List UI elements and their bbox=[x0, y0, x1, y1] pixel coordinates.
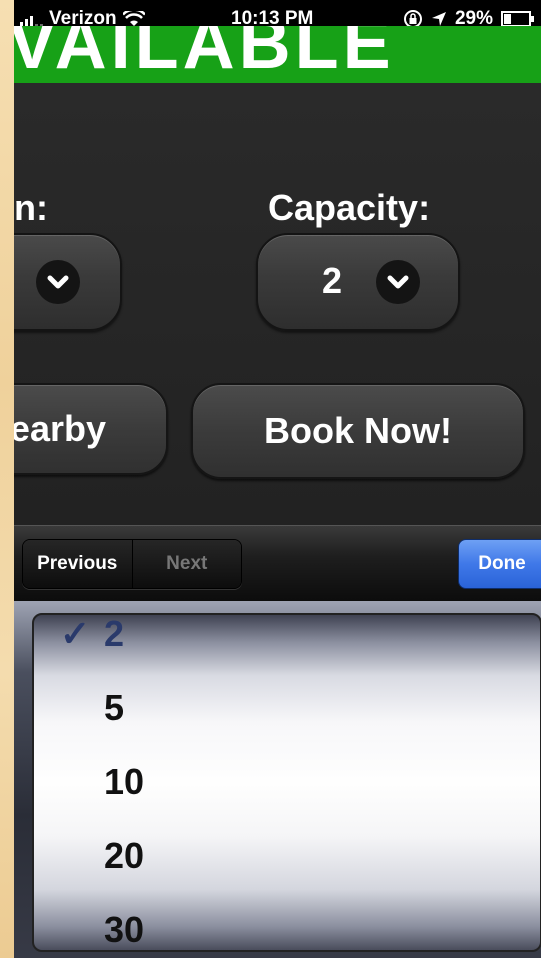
picker-option[interactable]: ✓ 2 bbox=[34, 613, 540, 669]
book-now-button[interactable]: Book Now! bbox=[191, 383, 525, 479]
header-title: VAILABLE bbox=[14, 26, 395, 83]
availability-header: VAILABLE bbox=[14, 26, 541, 83]
picker-option-value: 2 bbox=[104, 613, 125, 654]
signal-icon bbox=[20, 11, 43, 27]
next-button[interactable]: Next bbox=[132, 540, 241, 588]
picker-option-value: 5 bbox=[104, 687, 125, 728]
done-button[interactable]: Done bbox=[458, 539, 541, 589]
picker-option-value: 30 bbox=[104, 909, 145, 950]
left-field-label: n: bbox=[14, 187, 48, 228]
form-area: n: Capacity: 2 earby Book Now! bbox=[14, 83, 541, 525]
wifi-icon bbox=[122, 11, 145, 26]
previous-button[interactable]: Previous bbox=[23, 540, 133, 588]
picker-option[interactable]: 20 bbox=[34, 821, 540, 891]
capacity-label: Capacity: bbox=[268, 187, 431, 228]
prev-next-segment: Previous Next bbox=[22, 539, 242, 589]
capacity-value: 2 bbox=[322, 260, 343, 301]
chevron-down-icon bbox=[36, 260, 80, 304]
nearby-button[interactable]: earby bbox=[14, 383, 168, 475]
picker-option-value: 20 bbox=[104, 835, 145, 876]
phone-screen: Verizon 10:13 PM 29% VAILABLE n: Capacit… bbox=[14, 0, 541, 958]
location-icon bbox=[431, 12, 446, 26]
picker-option[interactable]: 5 bbox=[34, 673, 540, 743]
keyboard-toolbar: Previous Next Done bbox=[14, 525, 541, 602]
battery-icon bbox=[501, 11, 534, 27]
capacity-dropdown[interactable]: 2 bbox=[256, 233, 460, 331]
chevron-down-icon bbox=[376, 260, 420, 304]
checkmark-icon: ✓ bbox=[60, 613, 91, 654]
picker-option[interactable]: 30 bbox=[34, 895, 540, 950]
battery-fill bbox=[504, 14, 511, 24]
picker-option[interactable]: 10 bbox=[34, 747, 540, 817]
left-dropdown[interactable] bbox=[14, 233, 122, 331]
picker-option-value: 10 bbox=[104, 761, 145, 802]
capacity-picker[interactable]: ✓ 2 5 10 20 30 bbox=[32, 613, 541, 952]
background-strip bbox=[0, 0, 14, 958]
